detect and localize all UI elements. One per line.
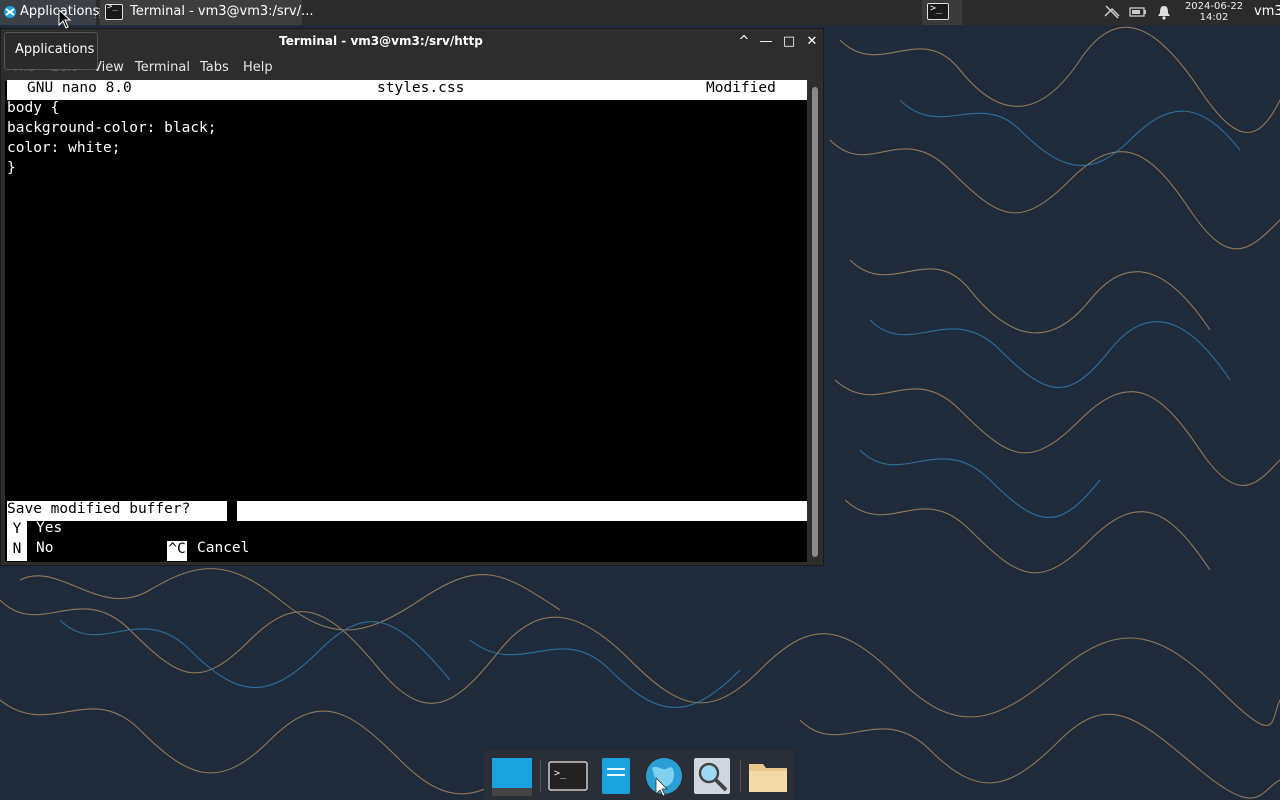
text-editor-icon[interactable]	[594, 754, 638, 798]
battery-icon[interactable]	[1129, 4, 1147, 20]
dock-separator	[740, 760, 741, 792]
no-option-label: No	[36, 540, 54, 556]
scrollbar-thumb[interactable]	[812, 87, 818, 557]
terminal-icon	[927, 3, 949, 20]
web-browser-icon[interactable]	[642, 754, 686, 798]
terminal-scrollbar[interactable]	[810, 81, 820, 562]
panel-clock[interactable]: 2024-06-22 14:02	[1178, 0, 1250, 26]
close-button[interactable]: ✕	[803, 33, 821, 51]
window-title-bar[interactable]: Terminal - vm3@vm3:/srv/http ^ — □ ✕	[1, 29, 823, 57]
menu-bar: File Edit View Terminal Tabs Help	[1, 57, 823, 81]
yes-option-label: Yes	[36, 520, 63, 536]
maximize-button[interactable]: □	[780, 33, 798, 51]
nano-filename: styles.css	[377, 80, 465, 96]
cancel-option-label: Cancel	[197, 540, 250, 556]
shade-window-button[interactable]: ^	[735, 33, 753, 51]
clock-date: 2024-06-22	[1184, 1, 1244, 12]
save-prompt-bar: Save modified buffer?	[7, 501, 807, 521]
network-disconnected-icon[interactable]	[1103, 4, 1121, 20]
cancel-key[interactable]: ^C	[167, 541, 187, 561]
notification-bell-icon[interactable]	[1155, 4, 1173, 20]
tooltip-text: Applications	[15, 42, 95, 57]
nano-modified-status: Modified	[706, 80, 776, 96]
nano-title-bar: GNU nano 8.0 styles.css Modified	[7, 80, 807, 100]
mouse-cursor-icon	[58, 9, 72, 29]
taskbar-terminal-label: Terminal - vm3@vm3:/srv/...	[130, 4, 314, 19]
menu-help[interactable]: Help	[243, 60, 273, 75]
applications-menu-button[interactable]: Applications	[0, 0, 99, 25]
save-prompt-input[interactable]	[237, 501, 807, 521]
user-menu-label[interactable]: vm3	[1254, 4, 1280, 19]
terminal-window: Terminal - vm3@vm3:/srv/http ^ — □ ✕ Fil…	[0, 28, 824, 566]
nano-version: GNU nano 8.0	[27, 80, 132, 96]
code-line: body {	[7, 100, 60, 116]
code-line: background-color: black;	[7, 120, 217, 136]
dock-separator	[540, 760, 541, 792]
terminal-icon	[105, 2, 123, 20]
svg-text:>_: >_	[554, 768, 567, 779]
clock-time: 14:02	[1199, 12, 1229, 23]
window-title: Terminal - vm3@vm3:/srv/http	[279, 34, 483, 48]
menu-tabs[interactable]: Tabs	[200, 60, 229, 75]
xfce-logo-icon	[4, 6, 16, 18]
code-line: }	[7, 160, 16, 176]
tray-terminal-button[interactable]	[922, 0, 962, 25]
yes-key[interactable]: Y	[7, 521, 27, 541]
terminal-icon[interactable]: >_	[546, 754, 590, 798]
applications-tooltip: Applications	[4, 32, 98, 70]
app-finder-search-icon[interactable]	[690, 754, 734, 798]
minimize-button[interactable]: —	[757, 33, 775, 51]
dock: >_	[484, 750, 794, 800]
terminal-content[interactable]: GNU nano 8.0 styles.css Modified body { …	[5, 80, 807, 562]
file-manager-icon[interactable]	[746, 754, 790, 798]
code-line: color: white;	[7, 140, 121, 156]
taskbar-terminal-button[interactable]: Terminal - vm3@vm3:/srv/...	[100, 0, 314, 25]
workspace-switcher-icon[interactable]	[490, 754, 534, 798]
no-key[interactable]: N	[7, 541, 27, 561]
menu-terminal[interactable]: Terminal	[135, 60, 190, 75]
top-panel: Applications Terminal - vm3@vm3:/srv/...…	[0, 0, 1280, 25]
save-prompt-label: Save modified buffer?	[7, 501, 227, 521]
